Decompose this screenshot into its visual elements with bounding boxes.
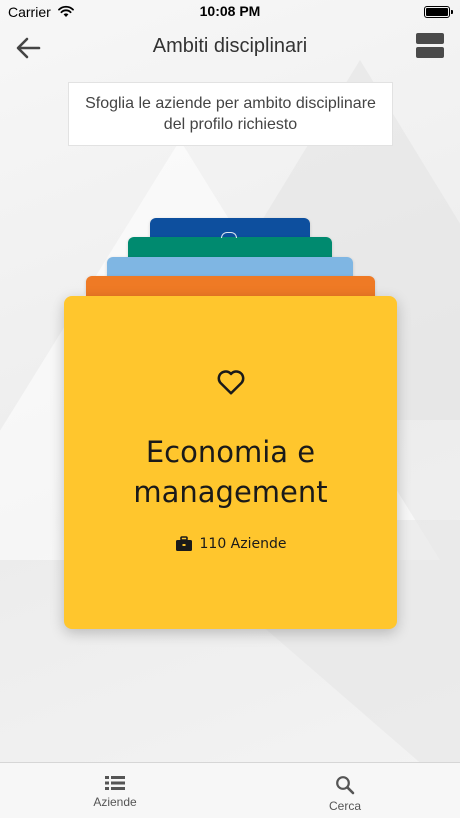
heart-icon <box>221 232 237 238</box>
view-toggle-button[interactable] <box>416 33 444 59</box>
company-count-label: 110 Aziende <box>199 536 287 552</box>
status-time: 10:08 PM <box>199 3 261 19</box>
description-text: Sfoglia le aziende per ambito disciplina… <box>85 95 376 133</box>
search-icon <box>336 776 355 795</box>
tab-aziende[interactable]: Aziende <box>0 763 230 818</box>
heart-icon-wrapper <box>64 368 397 398</box>
battery-icon <box>424 6 453 18</box>
list-icon <box>105 776 125 790</box>
tab-bar: Aziende Cerca <box>0 762 460 818</box>
description-box: Sfoglia le aziende per ambito disciplina… <box>68 82 393 146</box>
status-bar: Carrier 10:08 PM <box>0 0 460 24</box>
tab-cerca-label: Cerca <box>328 799 361 813</box>
navigation-bar: Ambiti disciplinari <box>0 24 460 70</box>
view-agenda-icon <box>416 33 444 58</box>
company-count: 110 Aziende <box>64 533 397 555</box>
card-title: Economia e management <box>133 435 328 509</box>
page-title: Ambiti disciplinari <box>152 35 308 57</box>
briefcase-icon <box>175 536 192 551</box>
tab-cerca[interactable]: Cerca <box>230 763 460 818</box>
tab-aziende-label: Aziende <box>93 795 137 809</box>
discipline-card[interactable]: Economia e management 110 Aziende <box>64 296 397 629</box>
heart-icon <box>217 370 244 395</box>
